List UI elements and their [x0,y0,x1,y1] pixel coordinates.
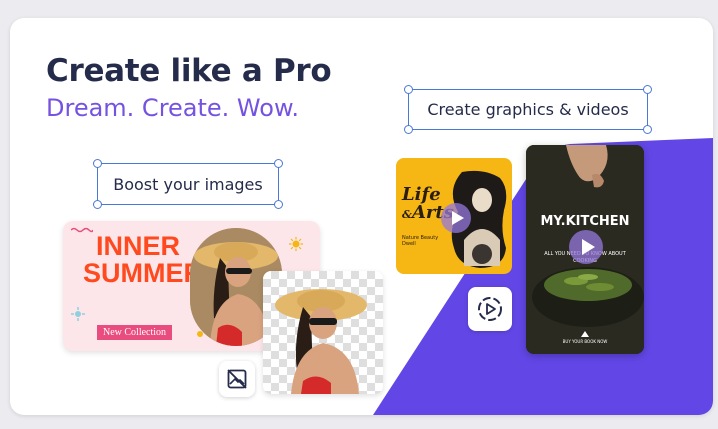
resize-handle[interactable] [274,159,283,168]
kitchen-footer: BUY YOUR BOOK NOW [562,339,608,344]
sparkle-icon [71,307,85,321]
life-arts-subtitle: Nature Beauty Dwell [402,235,439,247]
resize-handle[interactable] [643,125,652,134]
resize-handle[interactable] [404,125,413,134]
headline: Create like a Pro [46,53,332,89]
boost-images-label: Boost your images [93,159,283,209]
subhead: Dream. Create. Wow. [46,94,299,122]
play-overlay-icon[interactable] [568,229,604,265]
background-removed-image[interactable] [263,271,383,394]
play-circle-button[interactable] [468,287,512,331]
image-off-icon [227,369,247,389]
play-overlay-icon[interactable] [440,202,472,234]
create-graphics-label: Create graphics & videos [404,85,652,134]
resize-handle[interactable] [643,85,652,94]
resize-handle[interactable] [93,159,102,168]
create-graphics-text: Create graphics & videos [427,100,629,119]
promo-card: Create like a Pro Dream. Create. Wow. Li… [10,18,713,415]
resize-handle[interactable] [274,200,283,209]
play-circle-icon [478,297,502,321]
up-arrow-icon [581,331,589,337]
life-arts-card[interactable]: Life &Arts Nature Beauty Dwell [396,158,512,274]
image-off-button[interactable] [219,361,255,397]
summer-title: INNER SUMMER [83,231,203,288]
sun-icon [289,237,303,251]
kitchen-video-card[interactable]: MY.KITCHEN ALL YOU NEED TO KNOW ABOUT CO… [526,145,644,354]
resize-handle[interactable] [404,85,413,94]
collection-badge: New Collection [97,325,173,340]
resize-handle[interactable] [93,200,102,209]
boost-images-text: Boost your images [113,174,263,194]
kitchen-title: MY.KITCHEN [540,214,630,229]
